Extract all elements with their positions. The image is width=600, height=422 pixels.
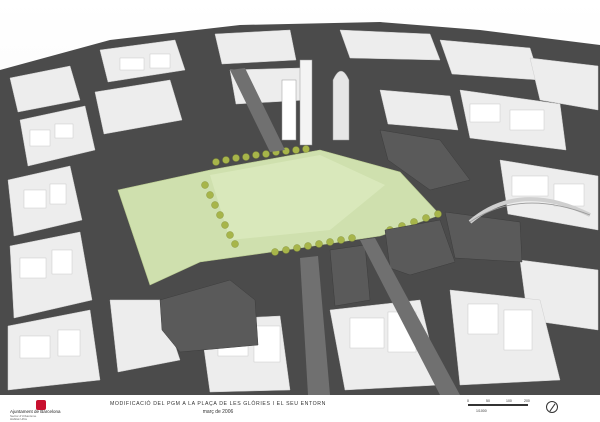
logo-subtitle-2: Hàbitat Urbà [10,417,27,421]
scale-tick: 100 [506,399,512,403]
sheet-footer: Ajuntament de Barcelona Sector d'Urbanis… [0,395,600,422]
scale-bar: 0 50 100 200 1/1000 [467,399,532,417]
scale-tick: 0 [467,399,469,403]
scale-tick: 50 [486,399,490,403]
sheet-title: MODIFICACIÓ DEL PGM A LA PLAÇA DE LES GL… [109,401,326,407]
urban-model-render [0,0,600,395]
north-arrow-icon [546,401,558,413]
scale-tick: 200 [524,399,530,403]
scale-unit: 1/1000 [476,409,487,413]
sheet-date: març de 2006 [202,409,234,415]
ajuntament-logo: Ajuntament de Barcelona Sector d'Urbanis… [10,400,94,421]
